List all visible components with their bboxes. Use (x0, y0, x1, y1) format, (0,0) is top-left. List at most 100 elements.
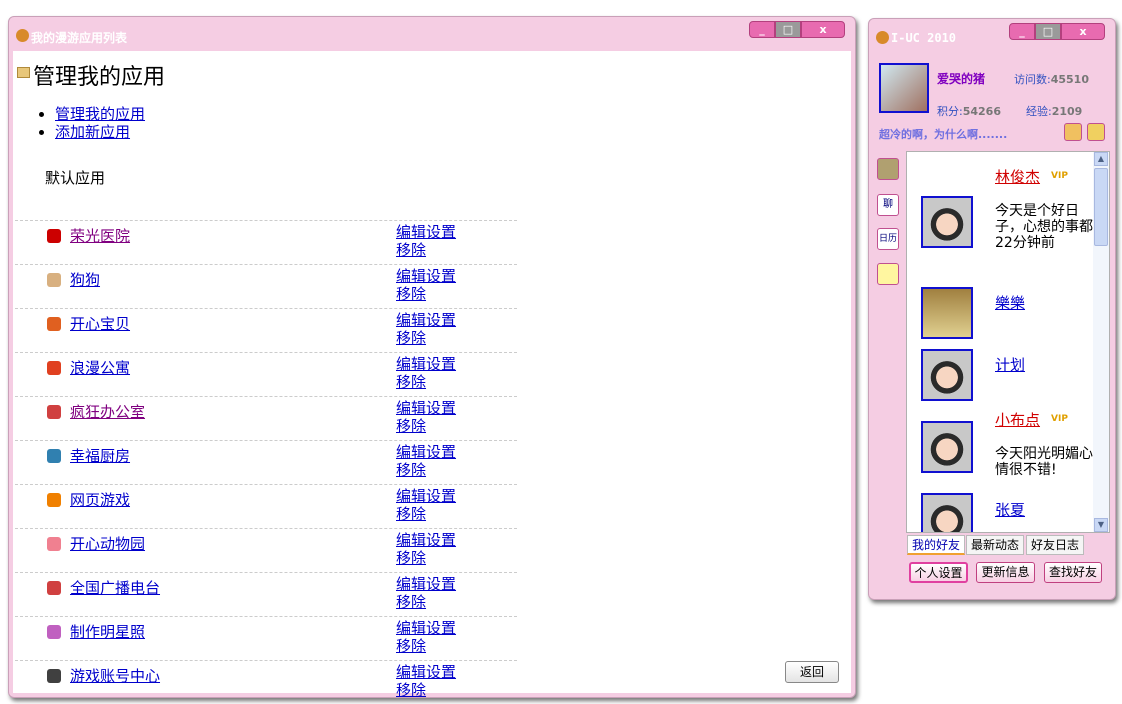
remove-link[interactable]: 移除 (396, 549, 426, 567)
friend-post: 今天是个好日子，心想的事都 22分钟前 (995, 203, 1093, 251)
remove-link[interactable]: 移除 (396, 505, 426, 523)
user-avatar[interactable] (879, 63, 929, 113)
kitchen-icon (47, 449, 61, 463)
friend-avatar[interactable] (921, 349, 973, 401)
pig-icon (47, 537, 61, 551)
dog-icon (47, 273, 61, 287)
friend-avatar[interactable] (921, 287, 973, 339)
app-name-link[interactable]: 游戏账号中心 (70, 665, 160, 686)
app-name-link[interactable]: 全国广播电台 (70, 577, 160, 598)
remove-link[interactable]: 移除 (396, 417, 426, 435)
maximize-button[interactable]: □ (1035, 23, 1061, 40)
find-friends-button[interactable]: 查找好友 (1044, 562, 1102, 583)
friend-name[interactable]: 小布点 (995, 409, 1040, 430)
maximize-button[interactable]: □ (775, 21, 801, 38)
remove-link[interactable]: 移除 (396, 241, 426, 259)
content: 管理我的应用 管理我的应用 添加新应用 默认应用 荣光医院 编辑设置移除 狗狗 … (13, 51, 851, 699)
photo-icon[interactable] (877, 158, 899, 180)
remove-link[interactable]: 移除 (396, 637, 426, 655)
section-label: 默认应用 (45, 169, 106, 187)
app-row: 游戏账号中心 编辑设置 移除 (15, 660, 517, 704)
app-name-link[interactable]: 开心动物园 (70, 533, 145, 554)
edit-settings-link[interactable]: 编辑设置 (396, 223, 456, 241)
friend-avatar[interactable] (921, 196, 973, 248)
calendar-icon[interactable]: 日历 (877, 228, 899, 250)
window-title: 我的漫游应用列表 (31, 31, 128, 45)
red-cross-icon (47, 229, 61, 243)
back-button[interactable]: 返回 (785, 661, 839, 683)
visits-stat: 访问数:45510 (1014, 73, 1089, 86)
app-name-link[interactable]: 幸福厨房 (70, 445, 130, 466)
app-name-link[interactable]: 浪漫公寓 (70, 357, 130, 378)
minimize-button[interactable]: _ (1009, 23, 1035, 40)
tab-friend-blogs[interactable]: 好友日志 (1026, 535, 1084, 555)
edit-settings-link[interactable]: 编辑设置 (396, 443, 456, 461)
friend-post: 今天阳光明媚心情很不错! (995, 446, 1093, 478)
friend-name[interactable]: 张夏 (995, 499, 1025, 520)
app-list-window: 我的漫游应用列表 _□x 管理我的应用 管理我的应用 添加新应用 默认应用 荣光… (8, 16, 856, 699)
remove-link[interactable]: 移除 (396, 681, 426, 699)
minimize-button[interactable]: _ (749, 21, 775, 38)
edit-settings-link[interactable]: 编辑设置 (396, 399, 456, 417)
mood-icon[interactable] (1064, 123, 1082, 141)
close-button[interactable]: x (801, 21, 845, 38)
app-row: 开心宝贝 编辑设置 移除 (15, 308, 517, 352)
app-name-link[interactable]: 荣光医院 (70, 225, 130, 246)
tab-latest-updates[interactable]: 最新动态 (966, 535, 1024, 555)
update-info-button[interactable]: 更新信息 (976, 562, 1035, 583)
app-row: 狗狗 编辑设置 移除 (15, 264, 517, 308)
friend-avatar[interactable] (921, 493, 973, 532)
edit-settings-link[interactable]: 编辑设置 (396, 311, 456, 329)
edit-settings-link[interactable]: 编辑设置 (396, 663, 456, 681)
friend-name[interactable]: 计划 (995, 354, 1025, 375)
app-name-link[interactable]: 网页游戏 (70, 489, 130, 510)
scroll-down-icon[interactable]: ▼ (1094, 518, 1108, 532)
game-icon (47, 493, 61, 507)
account-icon (47, 669, 61, 683)
nav-list: 管理我的应用 添加新应用 (55, 105, 145, 141)
scroll-up-icon[interactable]: ▲ (1094, 152, 1108, 166)
window-controls: _ □ x (1009, 23, 1105, 40)
nav-add-app[interactable]: 添加新应用 (55, 123, 130, 141)
personal-settings-button[interactable]: 个人设置 (909, 562, 968, 583)
status-message[interactable]: 超冷的啊，为什么啊....... (879, 126, 1007, 142)
remove-link[interactable]: 移除 (396, 373, 426, 391)
app-name-link[interactable]: 开心宝贝 (70, 313, 130, 334)
settings-icon[interactable] (1087, 123, 1105, 141)
remove-link[interactable]: 移除 (396, 329, 426, 347)
app-name-link[interactable]: 制作明星照 (70, 621, 145, 642)
app-name-link[interactable]: 疯狂办公室 (70, 401, 145, 422)
office-icon (47, 405, 61, 419)
remove-link[interactable]: 移除 (396, 461, 426, 479)
app-row: 浪漫公寓 编辑设置 移除 (15, 352, 517, 396)
remove-link[interactable]: 移除 (396, 285, 426, 303)
tab-my-friends[interactable]: 我的好友 (907, 535, 965, 555)
star-photo-icon (47, 625, 61, 639)
edit-settings-link[interactable]: 编辑设置 (396, 619, 456, 637)
chat-icon[interactable]: 聊 (877, 194, 899, 216)
edit-settings-link[interactable]: 编辑设置 (396, 487, 456, 505)
friend-avatar[interactable] (921, 421, 973, 473)
window-controls: _ □ x (749, 21, 845, 38)
app-name-link[interactable]: 狗狗 (70, 269, 100, 290)
scroll-thumb[interactable] (1094, 168, 1108, 246)
page-title: 管理我的应用 (33, 65, 166, 90)
scrollbar[interactable]: ▲ ▼ (1093, 152, 1109, 532)
baby-icon (47, 317, 61, 331)
points-stat: 积分:54266 (937, 105, 1001, 118)
username[interactable]: 爱哭的猪 (937, 70, 985, 87)
edit-settings-link[interactable]: 编辑设置 (396, 355, 456, 373)
app-row: 荣光医院 编辑设置 移除 (15, 220, 517, 264)
edit-settings-link[interactable]: 编辑设置 (396, 531, 456, 549)
title-bar[interactable]: 我的漫游应用列表 (9, 17, 855, 51)
friend-name[interactable]: 林俊杰 (995, 166, 1040, 187)
edit-settings-link[interactable]: 编辑设置 (396, 575, 456, 593)
edit-settings-link[interactable]: 编辑设置 (396, 267, 456, 285)
nav-manage-apps[interactable]: 管理我的应用 (55, 105, 145, 123)
friend-name[interactable]: 樂樂 (995, 292, 1025, 313)
app-row: 开心动物园 编辑设置 移除 (15, 528, 517, 572)
weather-icon[interactable] (877, 263, 899, 285)
remove-link[interactable]: 移除 (396, 593, 426, 611)
close-button[interactable]: x (1061, 23, 1105, 40)
house-icon (47, 361, 61, 375)
